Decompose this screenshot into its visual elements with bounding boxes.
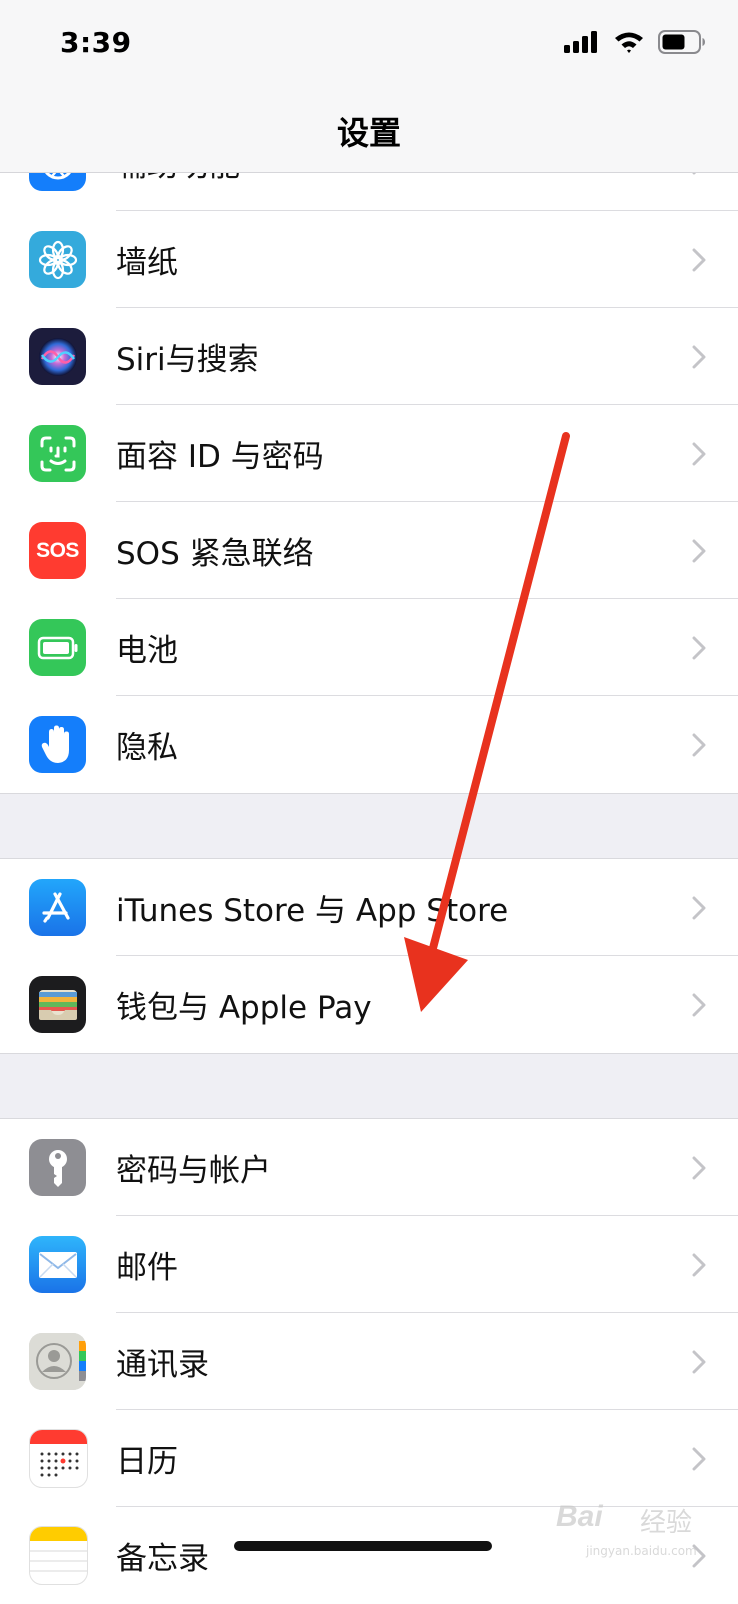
settings-row-contacts[interactable]: 通讯录 — [0, 1313, 738, 1410]
settings-row-label: 备忘录 — [116, 1541, 209, 1577]
calendar-icon — [29, 1429, 88, 1488]
settings-row-label: 通讯录 — [116, 1347, 209, 1383]
watermark-brand: Bai — [556, 1500, 603, 1533]
settings-row-calendar[interactable]: 日历 — [0, 1410, 738, 1507]
settings-row-label: 隐私 — [116, 730, 178, 766]
chevron-right-icon — [692, 733, 706, 756]
settings-row-wallpaper[interactable]: 墙纸 — [0, 211, 738, 308]
battery-icon — [658, 30, 705, 54]
privacy-hand-icon — [29, 716, 86, 773]
navigation-bar: 3:39 设置 — [0, 0, 738, 173]
chevron-right-icon — [692, 1253, 706, 1276]
settings-row-label: 邮件 — [116, 1250, 178, 1286]
settings-row-label: 日历 — [116, 1444, 178, 1480]
watermark-url: jingyan.baidu.com — [586, 1544, 697, 1558]
chevron-right-icon — [692, 539, 706, 562]
settings-row-siri[interactable]: Siri与搜索 — [0, 308, 738, 405]
chevron-right-icon — [692, 1156, 706, 1179]
battery-setting-icon — [29, 619, 86, 676]
notes-icon — [29, 1526, 88, 1585]
watermark-cn: 经验 — [640, 1508, 693, 1538]
wallpaper-flower-icon — [29, 231, 86, 288]
settings-row-label: Siri与搜索 — [116, 342, 259, 378]
page-title: 设置 — [336, 114, 401, 152]
settings-row-sos[interactable]: SOS SOS 紧急联络 — [0, 502, 738, 599]
settings-row-label: 面容 ID 与密码 — [116, 439, 324, 475]
status-time: 3:39 — [60, 26, 132, 59]
settings-row-wallet[interactable]: 钱包与 Apple Pay — [0, 956, 738, 1053]
status-icons — [564, 30, 706, 54]
settings-row-label: 墙纸 — [116, 245, 178, 281]
settings-row-label: SOS 紧急联络 — [116, 536, 314, 572]
settings-row-face-id[interactable]: 面容 ID 与密码 — [0, 405, 738, 502]
sos-icon: SOS — [29, 522, 86, 579]
cellular-signal-icon — [564, 31, 597, 53]
face-id-icon — [29, 425, 86, 482]
app-store-icon — [29, 879, 86, 936]
contacts-icon — [29, 1333, 86, 1390]
mail-icon — [29, 1236, 86, 1293]
wallet-icon — [29, 976, 86, 1033]
chevron-right-icon — [692, 896, 706, 919]
chevron-right-icon — [692, 345, 706, 368]
settings-row-label: iTunes Store 与 App Store — [116, 893, 509, 929]
watermark: Bai 经验 jingyan.baidu.com — [556, 1496, 706, 1566]
settings-row-mail[interactable]: 邮件 — [0, 1216, 738, 1313]
settings-row-label: 钱包与 Apple Pay — [116, 990, 372, 1026]
settings-group-store: iTunes Store 与 App Store 钱包与 Apple Pay — [0, 858, 738, 1054]
chevron-right-icon — [692, 248, 706, 271]
settings-row-label: 密码与帐户 — [116, 1153, 271, 1189]
siri-icon — [29, 328, 86, 385]
key-icon — [29, 1139, 86, 1196]
chevron-right-icon — [692, 636, 706, 659]
settings-row-battery[interactable]: 电池 — [0, 599, 738, 696]
settings-row-label: 电池 — [116, 633, 178, 669]
chevron-right-icon — [692, 993, 706, 1016]
home-indicator[interactable] — [234, 1541, 492, 1551]
settings-row-privacy[interactable]: 隐私 — [0, 696, 738, 793]
settings-row-passwords[interactable]: 密码与帐户 — [0, 1119, 738, 1216]
wifi-icon — [615, 32, 643, 53]
chevron-right-icon — [692, 1447, 706, 1470]
settings-list[interactable]: 辅助功能 墙纸 Siri与搜索 面容 ID 与密码 — [0, 0, 738, 1604]
chevron-right-icon — [692, 1350, 706, 1373]
settings-group-general: 辅助功能 墙纸 Siri与搜索 面容 ID 与密码 — [0, 113, 738, 794]
settings-row-app-store[interactable]: iTunes Store 与 App Store — [0, 859, 738, 956]
chevron-right-icon — [692, 442, 706, 465]
